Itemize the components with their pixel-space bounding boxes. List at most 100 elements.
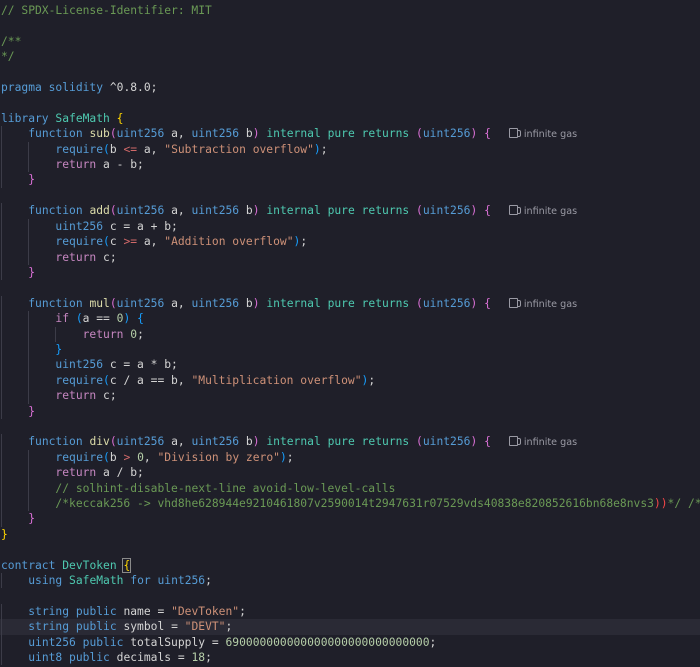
code-line[interactable]: require(b <= a, "Subtraction overflow"); [0,141,700,158]
code-line[interactable] [0,280,700,295]
code-line[interactable]: require(c / a == b, "Multiplication over… [0,372,700,389]
code-token-keyword: uint256 [55,219,104,233]
indent-guide [28,465,30,481]
code-line[interactable]: // SPDX-License-Identifier: MIT [0,3,700,18]
code-token-type: internal [266,435,321,449]
code-token-type: pure [327,435,355,449]
code-token-comment: // SPDX-License-Identifier: MIT [1,4,212,17]
code-line[interactable]: uint256 c = a + b; [0,218,700,235]
code-line[interactable]: require(b > 0, "Division by zero"); [0,449,700,466]
code-line[interactable]: } [0,264,700,281]
code-token-plain: ; [225,620,233,634]
code-line[interactable]: pragma solidity ^0.8.0; [0,80,700,95]
code-line[interactable]: return a / b; [0,465,700,481]
code-line[interactable]: function sub(uint256 a, uint256 b) inter… [0,126,700,142]
code-token-plain: ; [286,450,294,464]
code-line[interactable] [0,588,700,603]
gas-estimate-hint: infinite gas [508,297,577,312]
code-token-function-name: sub [89,127,110,141]
code-token-string: "Multiplication overflow" [191,373,362,387]
code-line[interactable]: } [0,403,700,419]
code-line[interactable]: contract DevToken { [0,557,700,573]
code-line[interactable] [0,18,700,33]
gas-estimate-hint: infinite gas [508,204,577,219]
code-token-brace2: ( [109,435,117,449]
indent-guide [1,511,2,527]
code-line[interactable]: // solhint-disable-next-line avoid-low-l… [0,480,700,496]
code-line[interactable]: /*keccak256 -> vhd8he628944e9210461807v2… [0,496,700,512]
code-line[interactable]: function div(uint256 a, uint256 b) inter… [0,434,700,450]
code-token-brace1: } [1,527,8,541]
indent-guide [1,234,2,250]
code-token-brace3: { [137,312,144,326]
code-line[interactable]: function add(uint256 a, uint256 b) inter… [0,203,700,219]
code-editor[interactable]: // SPDX-License-Identifier: MIT /** */ prag… [0,0,700,667]
code-line[interactable]: return c; [0,388,700,404]
indent-guide [28,249,30,265]
code-token-keyword: uint256 [116,127,165,141]
code-line[interactable]: string public name = "DevToken"; [0,603,700,620]
code-line[interactable]: return a - b; [0,157,700,173]
code-line[interactable]: using SafeMath for uint256; [0,573,700,589]
code-token-control: return [55,250,97,264]
code-line[interactable]: } [0,341,700,358]
code-token-keyword: function [28,204,83,218]
indent-guide [1,341,2,358]
code-line[interactable]: function mul(uint256 a, uint256 b) inter… [0,295,700,312]
code-token-plain: b [239,204,253,218]
code-line[interactable] [0,65,700,80]
code-line[interactable]: } [0,527,700,542]
indent-guide [1,141,2,158]
code-line[interactable]: } [0,172,700,188]
indent-guide [1,388,2,404]
code-token-brace2: ( [416,296,423,310]
code-line[interactable]: uint8 public decimals = 18; [0,650,700,666]
code-token-plain: c = a + b; [103,219,178,233]
code-line[interactable] [0,95,700,110]
code-line[interactable]: uint256 c = a * b; [0,357,700,373]
code-line[interactable] [0,419,700,434]
code-token-type: pure [327,127,355,141]
code-token-brace3: ( [75,312,83,326]
indent-guide [1,434,2,450]
code-token-type: returns [361,435,410,449]
code-line[interactable]: return c; [0,249,700,265]
code-token-control: return [55,389,97,403]
code-token-plain: a, [137,235,165,249]
code-line[interactable]: uint256 public totalSupply = 69000000000… [0,634,700,651]
code-token-plain: , [143,450,158,464]
code-line[interactable]: require(c >= a, "Addition overflow"); [0,234,700,250]
code-line[interactable]: return 0; [0,326,700,342]
code-token-type: returns [361,127,410,141]
gas-pump-icon [508,128,521,139]
indent-guide [28,480,30,496]
code-token-brace2: } [28,512,36,526]
code-line[interactable]: string public symbol = "DEVT"; [0,619,700,635]
code-line[interactable]: library SafeMath { [0,111,700,126]
indent-guide [1,480,2,496]
code-token-type: returns [361,296,410,310]
code-line[interactable]: if (a == 0) { [0,311,700,327]
code-token-brace1box: { [122,557,132,573]
code-line[interactable]: */ [0,49,700,64]
code-line[interactable]: } [0,511,700,527]
indent-guide [1,357,2,373]
code-token-comment: /*keccak256 -> vhd8he628944e9210461807v2… [55,497,654,510]
code-token-keyword: solidity [48,81,104,95]
code-token-type: internal [266,204,321,218]
code-token-keyword: pragma [1,81,42,95]
code-token-comment: */ /**/ //(2894 [667,497,700,510]
code-line[interactable] [0,188,700,203]
code-token-keyword: uint256 [422,296,471,310]
gas-hint-label: infinite gas [523,437,578,449]
code-line[interactable]: /** [0,34,700,49]
code-line[interactable] [0,542,700,557]
indent-guide [1,650,2,666]
code-token-brace3: ) [313,142,321,156]
code-token-type: returns [361,204,410,218]
